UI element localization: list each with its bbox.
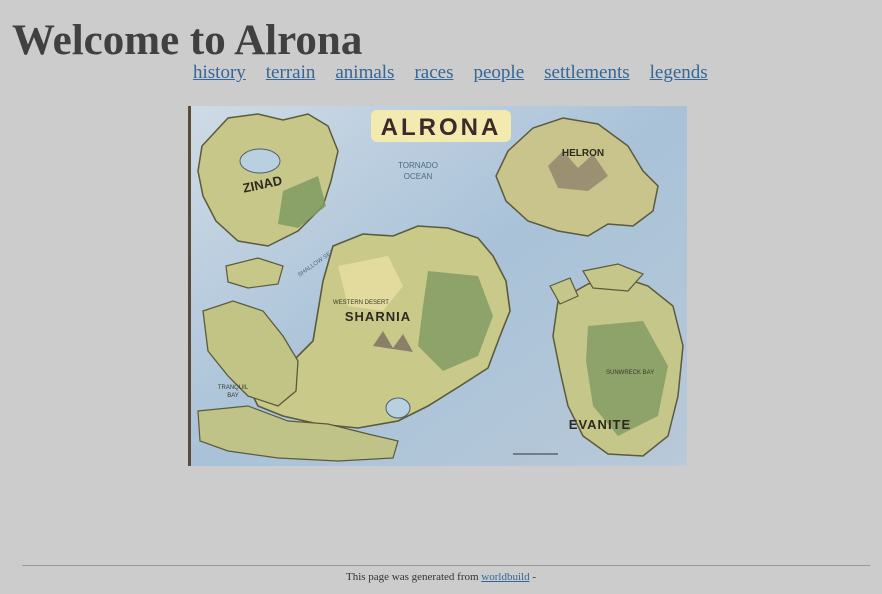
main-nav: history terrain animals races people set… [193,62,708,84]
footer-text: This page was generated from [345,571,479,583]
nav-link-animals[interactable]: animals [335,62,394,84]
label-tranquil: TRANQUIL [218,385,249,391]
footer-divider [22,565,870,566]
footer-text-suffix: - [532,571,536,583]
nav-link-people[interactable]: people [474,62,525,84]
label-helron: HELRON [562,148,604,159]
map-title: ALRONA [381,114,502,141]
world-map-image: ALRONA ZINAD TORNADO OCEAN HELRON SHALLO… [188,106,687,466]
footer-worldbuild-link[interactable]: worldbuild [481,571,529,583]
label-sharnia: SHARNIA [345,309,411,324]
label-tranquil-bay: BAY [227,393,239,399]
nav-link-history[interactable]: history [193,62,246,84]
label-sunwreck-bay: SUNWRECK BAY [606,370,654,376]
label-evanite: EVANITE [569,417,631,432]
label-western-desert: WESTERN DESERT [333,300,389,306]
map-left-edge [188,106,191,466]
nav-link-terrain[interactable]: terrain [266,62,316,84]
lake-sharnia [385,397,411,419]
nav-link-races[interactable]: races [414,62,453,84]
label-tornado: TORNADO [398,161,438,170]
nav-link-settlements[interactable]: settlements [544,62,629,84]
label-ocean: OCEAN [404,172,433,181]
nav-link-legends[interactable]: legends [650,62,708,84]
page-title: Welcome to Alrona [12,17,363,64]
footer: This page was generated from worldbuild … [0,571,882,583]
lake-zinad [239,148,281,174]
